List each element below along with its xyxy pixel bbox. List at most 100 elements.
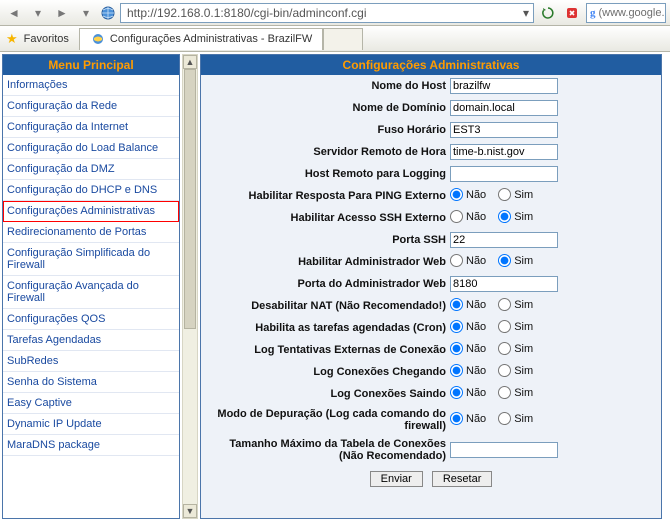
- text-input[interactable]: [450, 232, 558, 248]
- radio-sim[interactable]: [498, 386, 511, 399]
- radio-group: NãoSim: [450, 412, 543, 425]
- text-input[interactable]: [450, 442, 558, 458]
- inner-scrollbar[interactable]: ▲ ▼: [182, 54, 198, 519]
- radio-sim[interactable]: [498, 342, 511, 355]
- sidebar-item[interactable]: Configuração do DHCP e DNS: [3, 180, 179, 201]
- radio-sim[interactable]: [498, 210, 511, 223]
- form-row: Habilitar Acesso SSH ExternoNãoSim: [201, 207, 661, 229]
- radio-sim[interactable]: [498, 188, 511, 201]
- text-input[interactable]: [450, 78, 558, 94]
- radio-nao[interactable]: [450, 298, 463, 311]
- forward-icon[interactable]: ►: [52, 3, 72, 23]
- sidebar-item[interactable]: Informações: [3, 75, 179, 96]
- sidebar-item[interactable]: Configuração da Rede: [3, 96, 179, 117]
- form-control-cell: [448, 97, 661, 119]
- form-label: Nome do Host: [201, 75, 448, 97]
- form-label: Habilitar Resposta Para PING Externo: [201, 185, 448, 207]
- sidebar-menu: Menu Principal InformaçõesConfiguração d…: [2, 54, 180, 519]
- form-row: Tamanho Máximo da Tabela de Conexões (Nã…: [201, 435, 661, 465]
- url-input[interactable]: [125, 5, 523, 21]
- text-input[interactable]: [450, 122, 558, 138]
- sidebar-item[interactable]: Configurações Administrativas: [3, 201, 179, 222]
- refresh-icon[interactable]: [538, 3, 558, 23]
- forward-dropdown-icon[interactable]: ▾: [76, 3, 96, 23]
- sidebar-item[interactable]: Configuração Avançada do Firewall: [3, 276, 179, 309]
- sidebar-item[interactable]: Configurações QOS: [3, 309, 179, 330]
- radio-sim[interactable]: [498, 254, 511, 267]
- radio-label: Sim: [514, 387, 533, 399]
- sidebar-item[interactable]: Configuração da DMZ: [3, 159, 179, 180]
- text-input[interactable]: [450, 100, 558, 116]
- form-label: Nome de Domínio: [201, 97, 448, 119]
- form-row: Nome do Host: [201, 75, 661, 97]
- radio-nao[interactable]: [450, 412, 463, 425]
- sidebar-item[interactable]: Configuração do Load Balance: [3, 138, 179, 159]
- ie-icon: [90, 31, 106, 47]
- radio-nao[interactable]: [450, 320, 463, 333]
- sidebar-item[interactable]: MaraDNS package: [3, 435, 179, 456]
- address-dropdown-icon[interactable]: ▾: [523, 6, 529, 20]
- text-input[interactable]: [450, 166, 558, 182]
- sidebar-item[interactable]: Dynamic IP Update: [3, 414, 179, 435]
- page-icon: [100, 5, 116, 21]
- sidebar-item[interactable]: Configuração da Internet: [3, 117, 179, 138]
- tab-active[interactable]: Configurações Administrativas - BrazilFW: [79, 28, 323, 50]
- radio-label: Sim: [514, 365, 533, 377]
- tab-new[interactable]: [323, 28, 363, 50]
- scroll-down-icon[interactable]: ▼: [183, 504, 197, 518]
- radio-group: NãoSim: [450, 298, 543, 311]
- form-label: Habilitar Acesso SSH Externo: [201, 207, 448, 229]
- stop-icon[interactable]: [562, 3, 582, 23]
- form-row: Nome de Domínio: [201, 97, 661, 119]
- sidebar-item[interactable]: Senha do Sistema: [3, 372, 179, 393]
- sidebar-item[interactable]: SubRedes: [3, 351, 179, 372]
- submit-button[interactable]: Enviar: [370, 471, 423, 487]
- radio-nao[interactable]: [450, 342, 463, 355]
- address-bar[interactable]: ▾: [120, 3, 534, 23]
- form-label: Modo de Depuração (Log cada comando do f…: [201, 405, 448, 435]
- panel-header: Configurações Administrativas: [201, 55, 661, 75]
- text-input[interactable]: [450, 276, 558, 292]
- scroll-thumb[interactable]: [184, 69, 196, 329]
- favorites-label[interactable]: Favoritos: [24, 33, 69, 45]
- text-input[interactable]: [450, 144, 558, 160]
- radio-label: Não: [466, 211, 486, 223]
- star-icon[interactable]: ★: [6, 31, 18, 47]
- form-label: Log Conexões Saindo: [201, 383, 448, 405]
- back-dropdown-icon[interactable]: ▾: [28, 3, 48, 23]
- radio-group: NãoSim: [450, 342, 543, 355]
- form-label: Habilitar Administrador Web: [201, 251, 448, 273]
- search-box[interactable]: g (www.google.c: [586, 3, 666, 23]
- reset-button[interactable]: Resetar: [432, 471, 493, 487]
- radio-sim[interactable]: [498, 412, 511, 425]
- back-icon[interactable]: ◄: [4, 3, 24, 23]
- sidebar-item[interactable]: Configuração Simplificada do Firewall: [3, 243, 179, 276]
- radio-nao[interactable]: [450, 254, 463, 267]
- radio-group: NãoSim: [450, 210, 543, 223]
- sidebar-item[interactable]: Easy Captive: [3, 393, 179, 414]
- form-label: Servidor Remoto de Hora: [201, 141, 448, 163]
- form-row: Desabilitar NAT (Não Recomendado!)NãoSim: [201, 295, 661, 317]
- radio-group: NãoSim: [450, 386, 543, 399]
- form-control-cell: NãoSim: [448, 207, 661, 229]
- radio-nao[interactable]: [450, 188, 463, 201]
- tab-strip: Configurações Administrativas - BrazilFW: [79, 28, 363, 50]
- sidebar-item[interactable]: Redirecionamento de Portas: [3, 222, 179, 243]
- scroll-up-icon[interactable]: ▲: [183, 55, 197, 69]
- radio-sim[interactable]: [498, 298, 511, 311]
- google-icon: g: [590, 7, 596, 19]
- radio-sim[interactable]: [498, 320, 511, 333]
- form-row: Host Remoto para Logging: [201, 163, 661, 185]
- radio-nao[interactable]: [450, 386, 463, 399]
- radio-nao[interactable]: [450, 364, 463, 377]
- radio-sim[interactable]: [498, 364, 511, 377]
- form-control-cell: [448, 141, 661, 163]
- radio-label: Não: [466, 189, 486, 201]
- form-row: Habilitar Resposta Para PING ExternoNãoS…: [201, 185, 661, 207]
- sidebar-item[interactable]: Tarefas Agendadas: [3, 330, 179, 351]
- form-row: Porta SSH: [201, 229, 661, 251]
- form-label: Host Remoto para Logging: [201, 163, 448, 185]
- form-label: Habilita as tarefas agendadas (Cron): [201, 317, 448, 339]
- form-row: Modo de Depuração (Log cada comando do f…: [201, 405, 661, 435]
- radio-nao[interactable]: [450, 210, 463, 223]
